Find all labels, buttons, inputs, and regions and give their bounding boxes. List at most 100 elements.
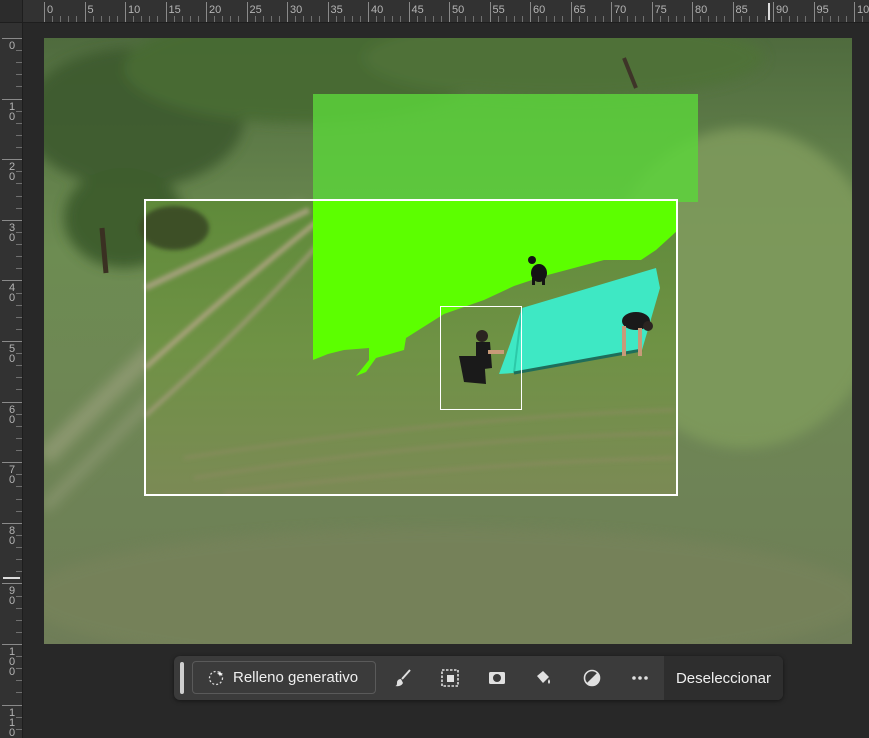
ruler-tick-label: 60 — [533, 4, 546, 16]
ruler-tick-label: 20 — [8, 161, 16, 184]
ruler-minor-tick — [16, 353, 22, 355]
ruler-tick-label: 0 — [8, 40, 16, 52]
adjustment-icon[interactable] — [581, 667, 603, 689]
ruler-minor-tick — [189, 16, 191, 22]
ruler-minor-tick — [740, 16, 742, 22]
ruler-minor-tick — [16, 134, 22, 136]
document-canvas[interactable] — [44, 38, 852, 644]
ruler-major-tick — [2, 583, 22, 585]
ruler-tick-label: 0 — [47, 4, 54, 16]
ruler-minor-tick — [108, 16, 110, 22]
ruler-minor-tick — [497, 16, 499, 22]
more-options-icon[interactable] — [629, 667, 651, 689]
ruler-minor-tick — [643, 16, 645, 22]
taskbar-drag-handle[interactable] — [180, 662, 184, 694]
ruler-major-tick — [570, 2, 572, 22]
ruler-tick-label: 80 — [695, 4, 708, 16]
ruler-minor-tick — [16, 607, 22, 609]
ruler-minor-tick — [16, 437, 22, 439]
ruler-minor-tick — [16, 110, 22, 112]
ruler-minor-tick — [16, 256, 22, 258]
ruler-minor-tick — [708, 16, 710, 22]
vertical-ruler[interactable]: 0 10 20 30 40 50 60 70 80 90 100 110 — [0, 22, 23, 738]
ruler-tick-label: 5 — [87, 4, 94, 16]
ruler-minor-tick — [16, 171, 22, 173]
ruler-minor-tick — [16, 74, 22, 76]
ruler-tick-label: 30 — [290, 4, 303, 16]
generative-fill-button[interactable]: Relleno generativo — [192, 661, 376, 694]
ruler-minor-tick — [149, 16, 151, 22]
ruler-minor-tick — [473, 16, 475, 22]
ruler-minor-tick — [278, 16, 280, 22]
generative-fill-icon — [208, 670, 224, 685]
deselect-button[interactable]: Deseleccionar — [664, 656, 783, 700]
ruler-minor-tick — [16, 716, 22, 718]
ruler-minor-tick — [343, 16, 345, 22]
ruler-tick-label: 65 — [573, 4, 586, 16]
ruler-minor-tick — [100, 16, 102, 22]
ruler-major-tick — [2, 462, 22, 464]
ruler-minor-tick — [465, 16, 467, 22]
horizontal-ruler[interactable]: 0 5 10 15 20 25 30 35 40 45 50 55 60 65 70 75 80 85 90 95 10… — [0, 0, 869, 23]
ruler-minor-tick — [230, 16, 232, 22]
ruler-minor-tick — [303, 16, 305, 22]
ruler-minor-tick — [481, 16, 483, 22]
ruler-cursor-marker-vertical — [3, 577, 20, 579]
ruler-minor-tick — [52, 16, 54, 22]
ruler-origin[interactable] — [0, 0, 23, 23]
ruler-minor-tick — [16, 450, 22, 452]
contextual-task-bar: Relleno generativo Deseleccionar — [174, 656, 783, 700]
ruler-minor-tick — [16, 231, 22, 233]
brush-icon[interactable] — [392, 667, 414, 689]
marching-ants-selection[interactable] — [440, 306, 522, 410]
ruler-minor-tick — [16, 292, 22, 294]
ruler-minor-tick — [157, 16, 159, 22]
ruler-major-tick — [84, 2, 86, 22]
ruler-minor-tick — [416, 16, 418, 22]
ruler-minor-tick — [546, 16, 548, 22]
ruler-minor-tick — [457, 16, 459, 22]
ruler-minor-tick — [16, 316, 22, 318]
ruler-tick-label: 70 — [8, 464, 16, 487]
ruler-minor-tick — [594, 16, 596, 22]
ruler-tick-label: 55 — [492, 4, 505, 16]
ruler-major-tick — [44, 2, 45, 22]
ruler-minor-tick — [797, 16, 799, 22]
ruler-minor-tick — [700, 16, 702, 22]
ruler-minor-tick — [781, 16, 783, 22]
ruler-major-tick — [2, 280, 22, 282]
ruler-minor-tick — [16, 619, 22, 621]
ruler-major-tick — [2, 704, 22, 706]
ruler-minor-tick — [16, 680, 22, 682]
ruler-minor-tick — [505, 16, 507, 22]
ruler-major-tick — [2, 38, 22, 39]
ruler-major-tick — [408, 2, 410, 22]
fill-bucket-icon[interactable] — [532, 667, 554, 689]
ruler-minor-tick — [270, 16, 272, 22]
ruler-tick-label: 15 — [168, 4, 181, 16]
ruler-major-tick — [530, 2, 531, 22]
ruler-tick-label: 60 — [8, 403, 16, 426]
ruler-minor-tick — [16, 631, 22, 633]
rectangular-selection[interactable] — [144, 199, 678, 496]
ruler-major-tick — [2, 401, 22, 403]
ruler-tick-label: 85 — [735, 4, 748, 16]
ruler-tick-label: 20 — [209, 4, 222, 16]
generative-fill-label: Relleno generativo — [233, 669, 359, 686]
ruler-major-tick — [246, 2, 248, 22]
ruler-major-tick — [2, 644, 22, 645]
ruler-minor-tick — [764, 16, 766, 22]
ruler-major-tick — [2, 159, 22, 161]
ruler-major-tick — [368, 2, 369, 22]
ruler-minor-tick — [578, 16, 580, 22]
ruler-minor-tick — [222, 16, 224, 22]
ruler-tick-label: 90 — [8, 585, 16, 608]
mask-icon[interactable] — [486, 667, 508, 689]
ruler-minor-tick — [513, 16, 515, 22]
selection-mask-icon[interactable] — [439, 667, 461, 689]
ruler-tick-label: 110 — [8, 706, 16, 738]
ruler-minor-tick — [716, 16, 718, 22]
ruler-minor-tick — [538, 16, 540, 22]
ruler-minor-tick — [845, 16, 847, 22]
ruler-minor-tick — [16, 668, 22, 670]
